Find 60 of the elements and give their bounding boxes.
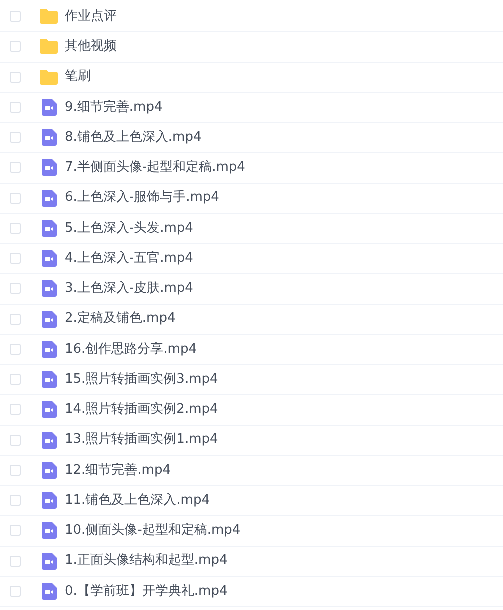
checkbox[interactable]: [10, 556, 21, 567]
checkbox[interactable]: [10, 72, 21, 83]
file-name[interactable]: 16.创作思路分享.mp4: [65, 340, 197, 360]
video-file-icon: [42, 552, 56, 570]
checkbox[interactable]: [10, 464, 21, 476]
checkbox[interactable]: [10, 495, 21, 506]
video-file-icon: [42, 159, 56, 176]
checkbox[interactable]: [10, 314, 21, 325]
folder-name[interactable]: 其他视频: [65, 37, 117, 57]
checkbox[interactable]: [10, 41, 21, 52]
file-name[interactable]: 8.铺色及上色深入.mp4: [65, 128, 202, 148]
file-name[interactable]: 1.正面头像结构和起型.mp4: [65, 551, 228, 571]
file-name[interactable]: 12.细节完善.mp4: [65, 460, 171, 480]
video-file-icon: [42, 432, 56, 449]
checkbox[interactable]: [10, 11, 21, 22]
video-file-icon: [42, 401, 56, 418]
checkbox[interactable]: [10, 344, 21, 355]
file-name[interactable]: 3.上色深入-皮肤.mp4: [65, 279, 194, 299]
video-file-icon: [42, 250, 56, 268]
video-file-icon: [42, 492, 56, 510]
checkbox[interactable]: [10, 586, 21, 597]
checkbox[interactable]: [10, 222, 21, 234]
video-file-icon: [42, 190, 56, 207]
video-file-icon: [42, 522, 56, 540]
file-name[interactable]: 14.照片转插画实例2.mp4: [65, 400, 218, 420]
checkbox[interactable]: [10, 192, 21, 204]
video-file-icon: [42, 462, 56, 479]
file-name[interactable]: 2.定稿及铺色.mp4: [65, 309, 176, 329]
folder-icon: [40, 70, 58, 85]
video-file-icon: [42, 129, 56, 146]
checkbox[interactable]: [10, 283, 21, 294]
checkbox[interactable]: [10, 132, 21, 144]
folder-name[interactable]: 笔刷: [65, 67, 91, 87]
folder-icon: [40, 9, 58, 24]
file-name[interactable]: 6.上色深入-服饰与手.mp4: [65, 188, 220, 208]
file-name[interactable]: 10.侧面头像-起型和定稿.mp4: [65, 521, 241, 541]
file-name[interactable]: 7.半侧面头像-起型和定稿.mp4: [65, 158, 246, 178]
file-name[interactable]: 13.照片转插画实例1.mp4: [65, 430, 218, 450]
folder-name[interactable]: 作业点评: [65, 6, 117, 26]
file-name[interactable]: 4.上色深入-五官.mp4: [65, 248, 194, 268]
file-name[interactable]: 5.上色深入-头发.mp4: [65, 218, 194, 238]
folder-icon: [40, 39, 58, 54]
video-file-icon: [42, 371, 56, 388]
checkbox[interactable]: [10, 374, 21, 386]
video-file-icon: [42, 220, 56, 237]
checkbox[interactable]: [10, 253, 21, 264]
checkbox[interactable]: [10, 525, 21, 536]
video-file-icon: [42, 98, 56, 116]
video-file-icon: [42, 340, 56, 358]
file-name[interactable]: 11.铺色及上色深入.mp4: [65, 490, 210, 510]
video-file-icon: [42, 280, 56, 298]
checkbox[interactable]: [10, 162, 21, 174]
file-name[interactable]: 0.【学前班】开学典礼.mp4: [65, 582, 228, 602]
file-name[interactable]: 15.照片转插画实例3.mp4: [65, 370, 218, 390]
video-file-icon: [42, 310, 56, 328]
checkbox[interactable]: [10, 102, 21, 113]
file-name[interactable]: 9.细节完善.mp4: [65, 98, 163, 118]
checkbox[interactable]: [10, 434, 21, 446]
video-file-icon: [42, 582, 56, 600]
checkbox[interactable]: [10, 404, 21, 416]
